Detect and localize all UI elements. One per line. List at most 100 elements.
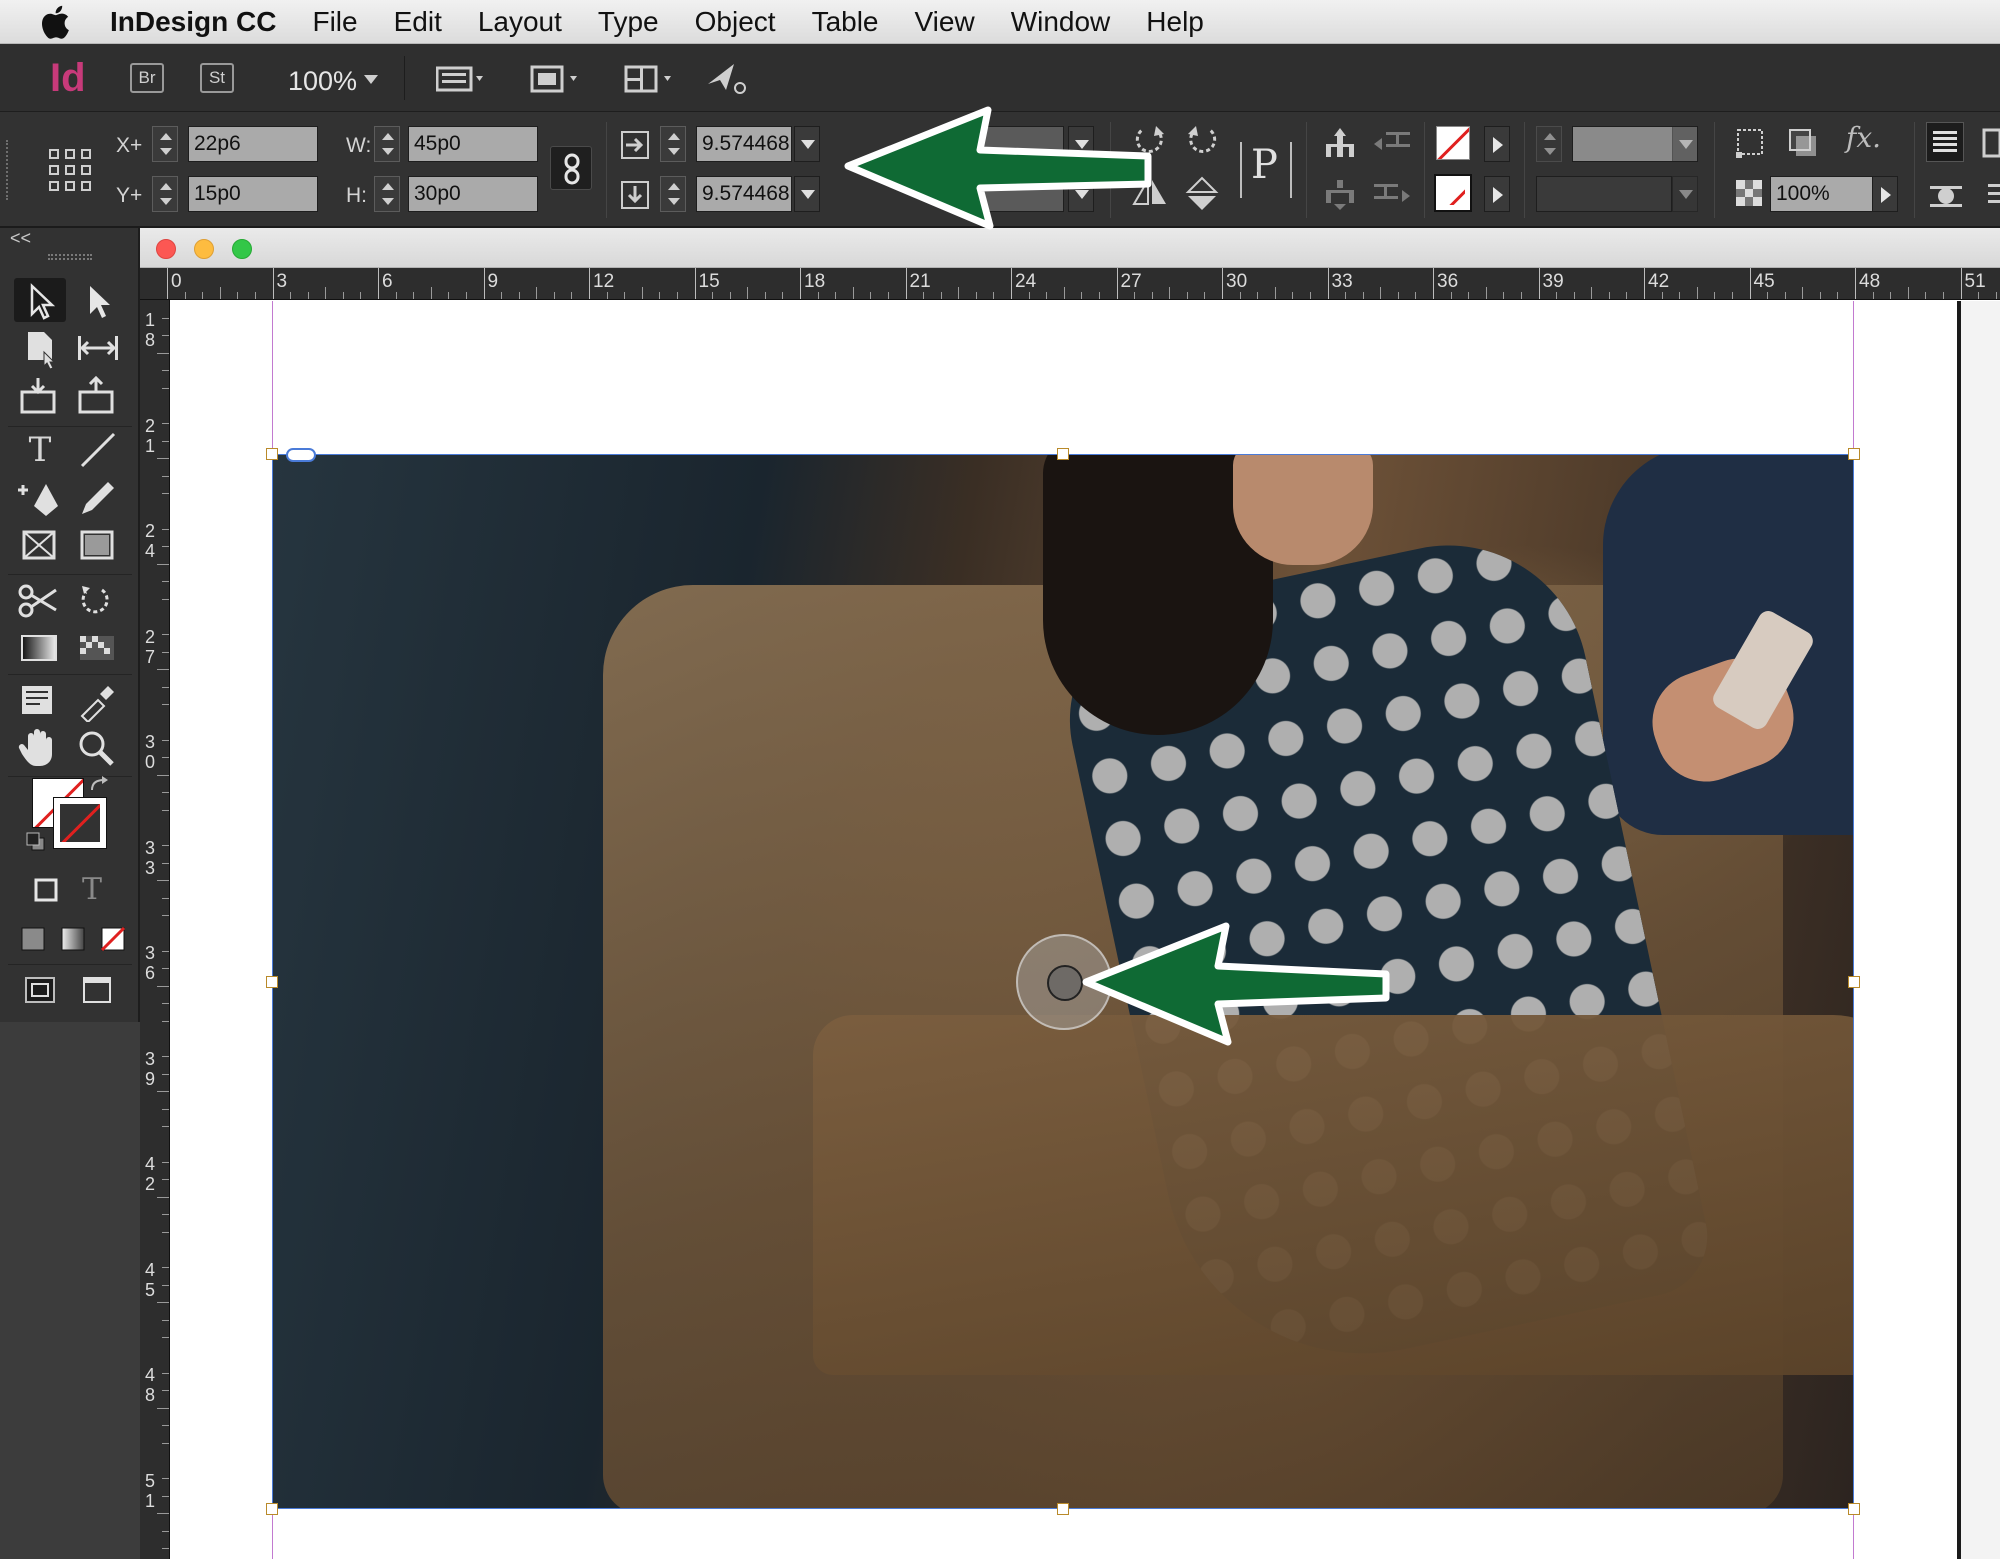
scale-y-dropdown[interactable] xyxy=(794,176,820,212)
link-chain-icon[interactable] xyxy=(286,448,316,462)
menu-help[interactable]: Help xyxy=(1146,6,1204,38)
text-wrap-none-button[interactable] xyxy=(1926,122,1964,162)
handle-top-left[interactable] xyxy=(266,448,278,460)
corner-options-icon[interactable] xyxy=(1734,126,1768,160)
formatting-affects-container-icon[interactable] xyxy=(20,868,72,912)
p-icon[interactable]: P xyxy=(1251,142,1278,188)
opacity-field[interactable]: 100% xyxy=(1770,176,1876,212)
drop-shadow-icon[interactable] xyxy=(1786,126,1820,160)
screen-mode-icon[interactable] xyxy=(530,64,584,94)
y-position-field[interactable]: 15p0 xyxy=(188,176,318,212)
normal-view-mode-icon[interactable] xyxy=(14,968,66,1012)
handle-bottom-right[interactable] xyxy=(1848,1503,1860,1515)
bridge-button[interactable]: Br xyxy=(130,63,164,93)
content-placer-tool-icon[interactable] xyxy=(72,374,124,418)
stroke-type-dropdown[interactable] xyxy=(1672,176,1698,212)
stroke-swatch-none[interactable] xyxy=(1434,174,1472,212)
menu-view[interactable]: View xyxy=(915,6,975,38)
height-field[interactable]: 30p0 xyxy=(408,176,538,212)
rectangle-frame-tool-icon[interactable] xyxy=(14,524,66,568)
swap-fill-stroke-icon[interactable] xyxy=(88,776,110,794)
page-tool-icon[interactable] xyxy=(14,326,66,370)
select-previous-object-icon[interactable] xyxy=(1372,126,1412,160)
menu-table[interactable]: Table xyxy=(812,6,879,38)
apply-none-icon[interactable] xyxy=(86,916,138,960)
publish-online-icon[interactable] xyxy=(704,60,750,96)
free-transform-tool-icon[interactable] xyxy=(72,578,124,622)
eyedropper-tool-icon[interactable] xyxy=(72,678,124,724)
stroke-weight-dropdown[interactable] xyxy=(1672,126,1698,162)
default-fill-stroke-icon[interactable] xyxy=(26,832,46,852)
scissors-tool-icon[interactable] xyxy=(14,578,66,622)
width-stepper[interactable] xyxy=(374,126,400,162)
arrange-documents-icon[interactable] xyxy=(624,64,678,94)
view-options-icon[interactable] xyxy=(436,64,490,94)
pen-tool-icon[interactable] xyxy=(14,476,66,520)
direct-selection-tool-icon[interactable] xyxy=(72,278,124,322)
handle-top-right[interactable] xyxy=(1848,448,1860,460)
gap-tool-icon[interactable] xyxy=(72,326,124,370)
zoom-chevron-down-icon[interactable] xyxy=(364,75,378,84)
reference-point-icon[interactable] xyxy=(48,148,92,192)
line-tool-icon[interactable] xyxy=(72,428,124,472)
menu-type[interactable]: Type xyxy=(598,6,659,38)
handle-bottom-center[interactable] xyxy=(1057,1503,1069,1515)
select-container-icon[interactable] xyxy=(1322,126,1358,160)
scale-x-dropdown[interactable] xyxy=(794,126,820,162)
app-name-menu[interactable]: InDesign CC xyxy=(110,6,276,38)
handle-middle-right[interactable] xyxy=(1848,976,1860,988)
preview-mode-icon[interactable] xyxy=(72,968,124,1012)
horizontal-ruler[interactable]: 0 3 6 9 12 15 18 21 24 27 30 33 36 39 42 45 48 51 xyxy=(140,268,2000,300)
control-panel-grip[interactable] xyxy=(6,140,12,200)
opacity-menu[interactable] xyxy=(1872,176,1898,212)
constrain-proportions-button[interactable] xyxy=(550,146,592,190)
scale-y-stepper[interactable] xyxy=(660,176,686,212)
stock-button[interactable]: St xyxy=(200,63,234,93)
flip-vertical-icon[interactable] xyxy=(1182,174,1222,214)
stroke-swatch-menu[interactable] xyxy=(1484,176,1510,212)
handle-bottom-left[interactable] xyxy=(266,1503,278,1515)
gradient-swatch-tool-icon[interactable] xyxy=(14,626,66,670)
wrap-around-shape-icon[interactable] xyxy=(1928,178,1964,214)
handle-middle-left[interactable] xyxy=(266,976,278,988)
y-stepper[interactable] xyxy=(152,176,178,212)
overflow-icons[interactable] xyxy=(1980,126,2000,226)
stroke-weight-stepper[interactable] xyxy=(1536,126,1562,162)
formatting-affects-text-icon[interactable]: T xyxy=(66,868,118,912)
pencil-tool-icon[interactable] xyxy=(72,476,124,520)
menu-window[interactable]: Window xyxy=(1011,6,1111,38)
select-next-object-icon[interactable] xyxy=(1372,178,1412,212)
menu-file[interactable]: File xyxy=(312,6,357,38)
handle-top-center[interactable] xyxy=(1057,448,1069,460)
x-position-field[interactable]: 22p6 xyxy=(188,126,318,162)
zoom-tool-icon[interactable] xyxy=(72,726,124,770)
content-collector-tool-icon[interactable] xyxy=(14,374,66,418)
rectangle-tool-icon[interactable] xyxy=(72,524,124,568)
select-content-icon[interactable] xyxy=(1322,178,1358,212)
selection-tool-icon[interactable] xyxy=(14,278,66,322)
scale-x-stepper[interactable] xyxy=(660,126,686,162)
apple-logo-icon[interactable] xyxy=(40,5,70,39)
gradient-feather-tool-icon[interactable] xyxy=(72,626,124,670)
height-stepper[interactable] xyxy=(374,176,400,212)
menu-edit[interactable]: Edit xyxy=(394,6,442,38)
stroke-color-box[interactable] xyxy=(53,797,107,849)
zoom-window-button[interactable] xyxy=(232,239,252,259)
menu-layout[interactable]: Layout xyxy=(478,6,562,38)
close-window-button[interactable] xyxy=(156,239,176,259)
fill-swatch-menu[interactable] xyxy=(1484,126,1510,162)
scale-y-field[interactable]: 9.574468 xyxy=(696,176,792,212)
vertical-ruler[interactable]: 18 21 24 27 30 33 36 39 42 45 48 51 xyxy=(140,300,170,1559)
type-tool-icon[interactable]: T xyxy=(14,428,66,472)
effects-fx-icon[interactable]: fx. xyxy=(1846,124,1881,152)
zoom-level-dropdown[interactable]: 100% xyxy=(288,66,357,97)
menu-object[interactable]: Object xyxy=(695,6,776,38)
tools-collapse-button[interactable]: << xyxy=(10,228,31,249)
scale-x-field[interactable]: 9.574468 xyxy=(696,126,792,162)
minimize-window-button[interactable] xyxy=(194,239,214,259)
width-field[interactable]: 45p0 xyxy=(408,126,538,162)
rotate-counterclockwise-icon[interactable] xyxy=(1182,122,1222,162)
note-tool-icon[interactable] xyxy=(14,678,66,722)
stroke-type-field[interactable] xyxy=(1536,176,1672,212)
x-stepper[interactable] xyxy=(152,126,178,162)
